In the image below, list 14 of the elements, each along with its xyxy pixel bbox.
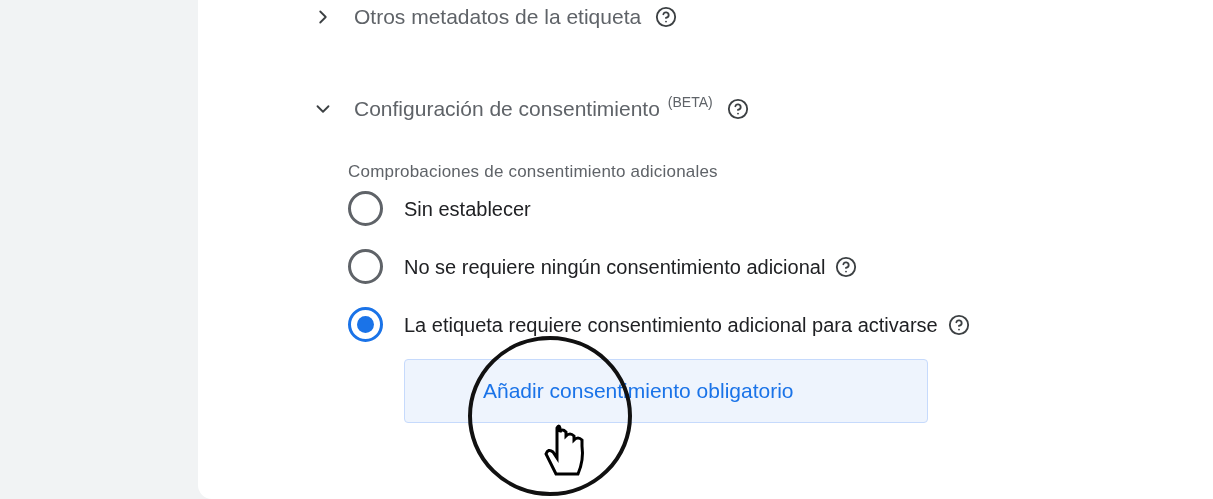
help-icon[interactable] [947,313,970,336]
help-icon[interactable] [726,98,749,120]
option-label: La etiqueta requiere consentimiento adicional para activarse [404,312,938,338]
section-title: Otros metadatos de la etiqueta [354,4,642,31]
group-label: Comprobaciones de consentimiento adicionales [348,161,719,183]
radio-button[interactable] [348,191,383,226]
radio-button[interactable] [348,307,383,342]
beta-label: (BETA) [667,93,713,112]
help-icon[interactable] [655,6,678,28]
radio-button[interactable] [348,249,383,284]
help-icon[interactable] [835,255,858,278]
section-title: Configuración de consentimiento [354,96,660,123]
option-label: Sin establecer [404,196,531,222]
option-label: No se requiere ningún consentimiento adicional [404,254,826,280]
